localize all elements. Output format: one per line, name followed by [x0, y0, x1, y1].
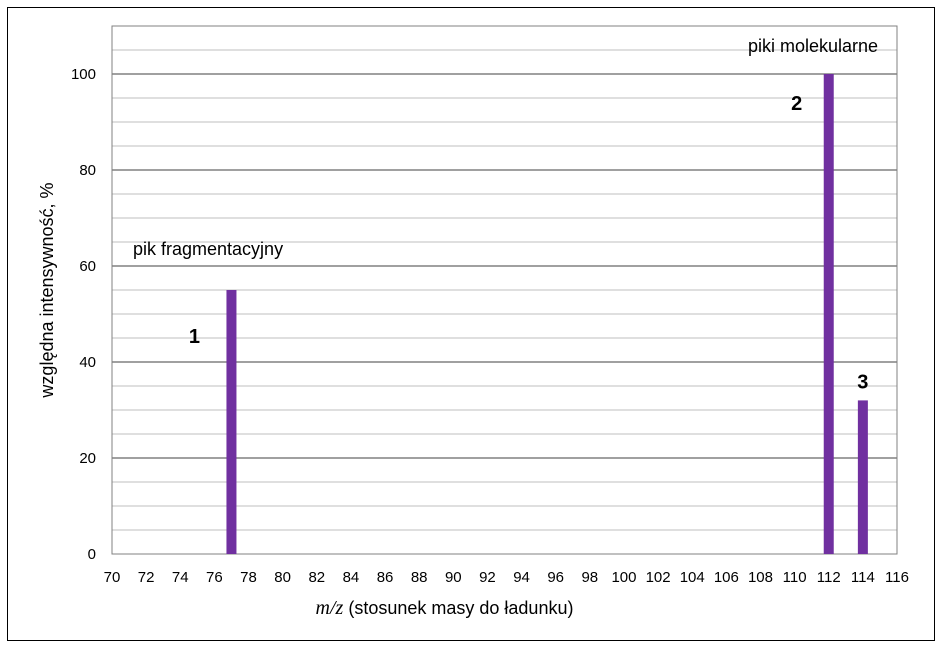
peak-numbers: 1 2 3	[189, 93, 869, 393]
bar-mz-112	[823, 74, 834, 554]
x-tick-label: 72	[138, 569, 155, 586]
y-axis-title: względna intensywność, %	[37, 182, 57, 398]
y-tick-label: 20	[79, 450, 96, 467]
annotation-fragment-peak: pik fragmentacyjny	[133, 239, 283, 259]
peak-number-2: 2	[791, 93, 802, 115]
x-tick-label: 100	[611, 569, 636, 586]
x-tick-label: 114	[851, 569, 875, 586]
x-tick-label: 108	[748, 569, 773, 586]
peak-number-3: 3	[857, 371, 868, 393]
y-tick-label: 40	[79, 354, 96, 371]
x-axis-title-mz: m/z	[316, 597, 344, 619]
x-tick-label: 96	[547, 569, 564, 586]
x-tick-label: 82	[308, 569, 325, 586]
peak-number-1: 1	[189, 326, 200, 348]
x-tick-label: 88	[411, 569, 428, 586]
x-tick-label: 78	[240, 569, 257, 586]
x-tick-labels: 70 72 74 76 78 80 82 84 86 88 90 92 94 96 98 100 102 104 1…	[104, 569, 909, 586]
mass-spectrum-chart: 70 72 74 76 78 80 82 84 86 88 90 92 94 96 98 100 102 104 1…	[37, 25, 909, 619]
annotation-molecular-peaks: piki molekularne	[748, 36, 878, 56]
bar-mz-114	[857, 400, 868, 554]
y-tick-label: 60	[79, 258, 96, 275]
x-tick-label: 90	[445, 569, 462, 586]
x-tick-label: 106	[714, 569, 739, 586]
x-tick-label: 102	[646, 569, 671, 586]
x-tick-label: 104	[680, 569, 705, 586]
x-tick-label: 112	[817, 569, 841, 586]
y-tick-labels: 0 20 40 60 80 100	[71, 66, 96, 563]
y-tick-label: 80	[79, 162, 96, 179]
x-tick-label: 74	[172, 569, 189, 586]
x-tick-label: 80	[274, 569, 291, 586]
x-tick-label: 92	[479, 569, 496, 586]
y-tick-label: 0	[88, 546, 96, 563]
x-tick-label: 116	[885, 569, 909, 586]
x-tick-label: 94	[513, 569, 530, 586]
bar-mz-77	[226, 290, 237, 554]
y-tick-label: 100	[71, 66, 96, 83]
x-axis-title: m/z (stosunek masy do ładunku)	[316, 597, 574, 619]
x-tick-label: 110	[783, 569, 807, 586]
x-tick-label: 86	[377, 569, 394, 586]
x-axis-title-rest: (stosunek masy do ładunku)	[348, 598, 573, 618]
x-tick-label: 76	[206, 569, 223, 586]
x-tick-label: 98	[581, 569, 598, 586]
x-tick-label: 84	[343, 569, 360, 586]
x-tick-label: 70	[104, 569, 121, 586]
